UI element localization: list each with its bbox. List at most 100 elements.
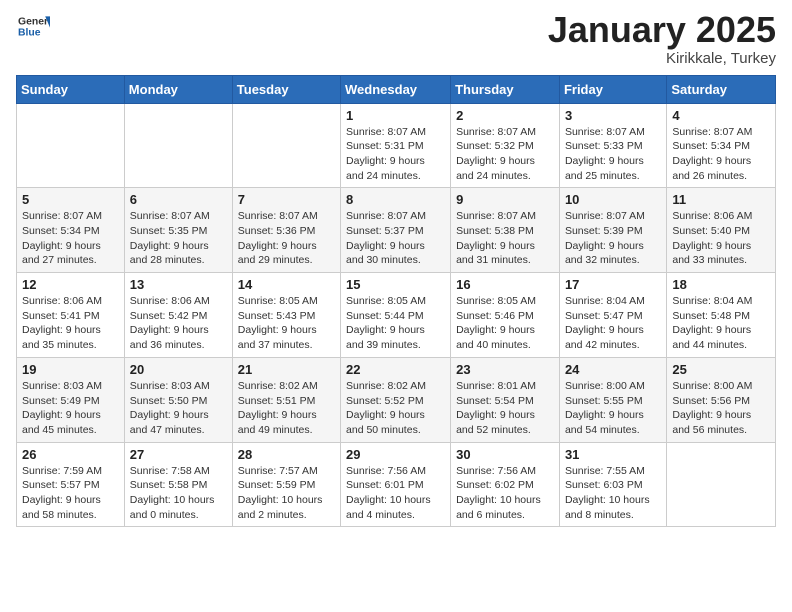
day-cell-w1-d7: 4 Sunrise: 8:07 AMSunset: 5:34 PMDaylight…	[667, 103, 776, 188]
calendar-table: Sunday Monday Tuesday Wednesday Thursday…	[16, 75, 776, 528]
day-info: Sunrise: 8:07 AMSunset: 5:31 PMDaylight:…	[346, 125, 445, 184]
day-cell-w3-d4: 15 Sunrise: 8:05 AMSunset: 5:44 PMDayligh…	[341, 273, 451, 358]
day-number: 7	[238, 192, 335, 207]
header-sunday: Sunday	[17, 75, 125, 103]
day-number: 16	[456, 277, 554, 292]
day-cell-w1-d3	[232, 103, 340, 188]
day-cell-w1-d1	[17, 103, 125, 188]
week-row-1: 1 Sunrise: 8:07 AMSunset: 5:31 PMDaylight…	[17, 103, 776, 188]
day-cell-w1-d2	[124, 103, 232, 188]
day-number: 11	[672, 192, 770, 207]
day-number: 5	[22, 192, 119, 207]
day-info: Sunrise: 7:56 AMSunset: 6:01 PMDaylight:…	[346, 464, 445, 523]
day-cell-w2-d5: 9 Sunrise: 8:07 AMSunset: 5:38 PMDaylight…	[451, 188, 560, 273]
day-cell-w4-d7: 25 Sunrise: 8:00 AMSunset: 5:56 PMDayligh…	[667, 357, 776, 442]
day-info: Sunrise: 8:06 AMSunset: 5:42 PMDaylight:…	[130, 294, 227, 353]
day-info: Sunrise: 8:05 AMSunset: 5:46 PMDaylight:…	[456, 294, 554, 353]
day-number: 28	[238, 447, 335, 462]
day-cell-w4-d3: 21Sunrise: 8:02 AMSunset: 5:51 PMDayligh…	[232, 357, 340, 442]
day-cell-w5-d3: 28 Sunrise: 7:57 AMSunset: 5:59 PMDayligh…	[232, 442, 340, 527]
day-cell-w1-d5: 2 Sunrise: 8:07 AMSunset: 5:32 PMDaylight…	[451, 103, 560, 188]
day-cell-w2-d1: 5 Sunrise: 8:07 AMSunset: 5:34 PMDaylight…	[17, 188, 125, 273]
day-info: Sunrise: 8:07 AMSunset: 5:33 PMDaylight:…	[565, 125, 661, 184]
day-number: 14	[238, 277, 335, 292]
day-cell-w5-d6: 31 Sunrise: 7:55 AMSunset: 6:03 PMDayligh…	[559, 442, 666, 527]
day-info: Sunrise: 8:07 AMSunset: 5:34 PMDaylight:…	[22, 209, 119, 268]
header-tuesday: Tuesday	[232, 75, 340, 103]
month-title: January 2025	[548, 10, 776, 50]
day-cell-w4-d2: 20 Sunrise: 8:03 AMSunset: 5:50 PMDayligh…	[124, 357, 232, 442]
week-row-2: 5 Sunrise: 8:07 AMSunset: 5:34 PMDaylight…	[17, 188, 776, 273]
day-cell-w3-d3: 14Sunrise: 8:05 AMSunset: 5:43 PMDayligh…	[232, 273, 340, 358]
day-info: Sunrise: 8:06 AMSunset: 5:41 PMDaylight:…	[22, 294, 119, 353]
day-cell-w1-d4: 1 Sunrise: 8:07 AMSunset: 5:31 PMDaylight…	[341, 103, 451, 188]
day-info: Sunrise: 8:06 AMSunset: 5:40 PMDaylight:…	[672, 209, 770, 268]
day-number: 1	[346, 108, 445, 123]
day-info: Sunrise: 8:04 AMSunset: 5:47 PMDaylight:…	[565, 294, 661, 353]
header-monday: Monday	[124, 75, 232, 103]
day-info: Sunrise: 8:07 AMSunset: 5:32 PMDaylight:…	[456, 125, 554, 184]
day-number: 3	[565, 108, 661, 123]
day-info: Sunrise: 8:01 AMSunset: 5:54 PMDaylight:…	[456, 379, 554, 438]
day-cell-w5-d4: 29 Sunrise: 7:56 AMSunset: 6:01 PMDayligh…	[341, 442, 451, 527]
day-number: 29	[346, 447, 445, 462]
day-cell-w5-d7	[667, 442, 776, 527]
svg-text:General: General	[18, 16, 50, 27]
day-info: Sunrise: 8:00 AMSunset: 5:56 PMDaylight:…	[672, 379, 770, 438]
day-info: Sunrise: 8:07 AMSunset: 5:35 PMDaylight:…	[130, 209, 227, 268]
day-number: 20	[130, 362, 227, 377]
day-number: 23	[456, 362, 554, 377]
day-cell-w4-d4: 22 Sunrise: 8:02 AMSunset: 5:52 PMDayligh…	[341, 357, 451, 442]
day-number: 8	[346, 192, 445, 207]
title-block: January 2025 Kirikkale, Turkey	[548, 10, 776, 67]
day-cell-w3-d2: 13Sunrise: 8:06 AMSunset: 5:42 PMDayligh…	[124, 273, 232, 358]
day-cell-w4-d1: 19Sunrise: 8:03 AMSunset: 5:49 PMDayligh…	[17, 357, 125, 442]
day-cell-w2-d7: 11 Sunrise: 8:06 AMSunset: 5:40 PMDayligh…	[667, 188, 776, 273]
week-row-5: 26Sunrise: 7:59 AMSunset: 5:57 PMDayligh…	[17, 442, 776, 527]
week-row-4: 19Sunrise: 8:03 AMSunset: 5:49 PMDayligh…	[17, 357, 776, 442]
day-number: 12	[22, 277, 119, 292]
day-cell-w5-d2: 27Sunrise: 7:58 AMSunset: 5:58 PMDayligh…	[124, 442, 232, 527]
day-info: Sunrise: 8:07 AMSunset: 5:39 PMDaylight:…	[565, 209, 661, 268]
day-info: Sunrise: 7:57 AMSunset: 5:59 PMDaylight:…	[238, 464, 335, 523]
header: General Blue January 2025 Kirikkale, Tur…	[16, 10, 776, 67]
day-cell-w3-d1: 12 Sunrise: 8:06 AMSunset: 5:41 PMDayligh…	[17, 273, 125, 358]
day-number: 22	[346, 362, 445, 377]
day-number: 25	[672, 362, 770, 377]
day-number: 15	[346, 277, 445, 292]
logo: General Blue	[16, 10, 50, 42]
day-info: Sunrise: 7:56 AMSunset: 6:02 PMDaylight:…	[456, 464, 554, 523]
week-row-3: 12 Sunrise: 8:06 AMSunset: 5:41 PMDayligh…	[17, 273, 776, 358]
day-cell-w3-d6: 17Sunrise: 8:04 AMSunset: 5:47 PMDayligh…	[559, 273, 666, 358]
day-info: Sunrise: 8:07 AMSunset: 5:36 PMDaylight:…	[238, 209, 335, 268]
day-cell-w4-d6: 24Sunrise: 8:00 AMSunset: 5:55 PMDayligh…	[559, 357, 666, 442]
day-info: Sunrise: 8:05 AMSunset: 5:44 PMDaylight:…	[346, 294, 445, 353]
day-number: 10	[565, 192, 661, 207]
day-number: 18	[672, 277, 770, 292]
day-cell-w5-d1: 26Sunrise: 7:59 AMSunset: 5:57 PMDayligh…	[17, 442, 125, 527]
day-number: 31	[565, 447, 661, 462]
header-saturday: Saturday	[667, 75, 776, 103]
header-friday: Friday	[559, 75, 666, 103]
day-number: 9	[456, 192, 554, 207]
day-info: Sunrise: 8:03 AMSunset: 5:50 PMDaylight:…	[130, 379, 227, 438]
day-info: Sunrise: 8:07 AMSunset: 5:34 PMDaylight:…	[672, 125, 770, 184]
day-number: 2	[456, 108, 554, 123]
day-info: Sunrise: 7:58 AMSunset: 5:58 PMDaylight:…	[130, 464, 227, 523]
day-cell-w3-d7: 18 Sunrise: 8:04 AMSunset: 5:48 PMDayligh…	[667, 273, 776, 358]
day-number: 30	[456, 447, 554, 462]
header-wednesday: Wednesday	[341, 75, 451, 103]
weekday-header-row: Sunday Monday Tuesday Wednesday Thursday…	[17, 75, 776, 103]
day-number: 4	[672, 108, 770, 123]
logo-icon: General Blue	[18, 10, 50, 42]
day-info: Sunrise: 8:04 AMSunset: 5:48 PMDaylight:…	[672, 294, 770, 353]
day-info: Sunrise: 7:55 AMSunset: 6:03 PMDaylight:…	[565, 464, 661, 523]
day-cell-w2-d3: 7 Sunrise: 8:07 AMSunset: 5:36 PMDaylight…	[232, 188, 340, 273]
day-info: Sunrise: 8:00 AMSunset: 5:55 PMDaylight:…	[565, 379, 661, 438]
day-number: 6	[130, 192, 227, 207]
day-number: 21	[238, 362, 335, 377]
day-info: Sunrise: 8:07 AMSunset: 5:38 PMDaylight:…	[456, 209, 554, 268]
day-info: Sunrise: 8:02 AMSunset: 5:52 PMDaylight:…	[346, 379, 445, 438]
day-cell-w2-d6: 10 Sunrise: 8:07 AMSunset: 5:39 PMDayligh…	[559, 188, 666, 273]
day-cell-w1-d6: 3 Sunrise: 8:07 AMSunset: 5:33 PMDaylight…	[559, 103, 666, 188]
